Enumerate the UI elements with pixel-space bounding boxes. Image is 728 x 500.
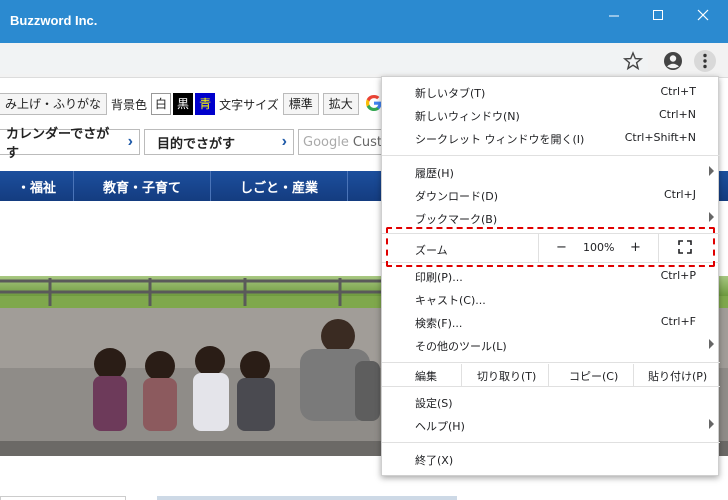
nav-welfare[interactable]: ・福祉	[0, 171, 74, 201]
paste-button[interactable]: 貼り付け(P)	[648, 368, 707, 384]
menu-item-bookmarks[interactable]: ブックマーク(B)	[382, 207, 720, 230]
submenu-arrow-icon	[709, 339, 714, 349]
zoom-out-button[interactable]: −	[556, 240, 567, 255]
zoom-in-button[interactable]: +	[630, 240, 641, 255]
menu-item-label: ブックマーク(B)	[415, 213, 498, 226]
edit-divider	[633, 364, 634, 386]
zoom-value: 100%	[583, 241, 615, 254]
window-titlebar: Buzzword Inc.	[0, 0, 728, 43]
edit-divider	[548, 364, 549, 386]
menu-item-label: キャスト(C)...	[415, 294, 486, 307]
close-icon[interactable]	[689, 6, 717, 26]
chevron-right-icon: ›	[281, 133, 287, 150]
menu-item-shortcut: Ctrl+F	[660, 315, 696, 328]
font-large-button[interactable]: 拡大	[322, 93, 359, 115]
menu-edit-row: 編集 切り取り(T) コピー(C) 貼り付け(P)	[382, 364, 720, 386]
nav-work-industry[interactable]: しごと・産業	[211, 171, 348, 201]
bg-white-button[interactable]: 白	[151, 93, 172, 115]
menu-separator	[382, 155, 720, 156]
menu-item-new-tab[interactable]: 新しいタブ(T) Ctrl+T	[382, 81, 720, 104]
edit-divider	[461, 364, 462, 386]
window-title: Buzzword Inc.	[10, 13, 98, 28]
submenu-arrow-icon	[709, 419, 714, 429]
cut-button[interactable]: 切り取り(T)	[477, 368, 536, 384]
google-placeholder: Google	[303, 134, 349, 150]
zoom-label: ズーム	[415, 244, 448, 257]
copy-button[interactable]: コピー(C)	[569, 368, 618, 384]
menu-item-label: 新しいウィンドウ(N)	[415, 110, 520, 123]
menu-item-cast[interactable]: キャスト(C)...	[382, 288, 720, 311]
menu-item-shortcut: Ctrl+J	[663, 188, 696, 201]
menu-item-incognito[interactable]: シークレット ウィンドウを開く(I) Ctrl+Shift+N	[382, 127, 720, 150]
menu-item-label: ダウンロード(D)	[415, 190, 499, 203]
menu-item-shortcut: Ctrl+Shift+N	[624, 131, 696, 144]
purpose-search-label: 目的でさがす	[157, 135, 236, 151]
menu-item-downloads[interactable]: ダウンロード(D) Ctrl+J	[382, 184, 720, 207]
calendar-search-button[interactable]: カレンダーでさがす ›	[0, 126, 140, 160]
read-aloud-button[interactable]: み上げ・ふりがな	[0, 93, 108, 115]
maximize-icon[interactable]	[644, 6, 672, 26]
star-icon[interactable]	[622, 50, 644, 72]
font-size-label: 文字サイズ	[219, 97, 279, 112]
bottom-box-left	[0, 496, 126, 500]
menu-item-label: その他のツール(L)	[415, 340, 507, 353]
chevron-right-icon: ›	[127, 133, 133, 150]
nav-education[interactable]: 教育・子育て	[74, 171, 211, 201]
menu-item-more-tools[interactable]: その他のツール(L)	[382, 334, 720, 357]
menu-item-label: 印刷(P)...	[415, 271, 463, 284]
menu-item-print[interactable]: 印刷(P)... Ctrl+P	[382, 265, 720, 288]
search-row: カレンダーでさがす › 目的でさがす › Google Custo	[0, 126, 418, 160]
menu-item-label: 終了(X)	[415, 454, 454, 467]
menu-item-label: 検索(F)...	[415, 317, 463, 330]
menu-separator	[382, 442, 720, 443]
menu-separator	[382, 362, 720, 363]
menu-separator	[382, 386, 720, 387]
menu-item-shortcut: Ctrl+N	[658, 108, 696, 121]
minimize-icon[interactable]	[600, 6, 628, 26]
menu-item-label: シークレット ウィンドウを開く(I)	[415, 133, 585, 146]
bg-color-label: 背景色	[111, 97, 148, 112]
menu-item-shortcut: Ctrl+P	[660, 269, 696, 282]
menu-zoom-row: ズーム − 100% +	[382, 234, 720, 262]
menu-item-label: 履歴(H)	[415, 167, 454, 180]
menu-item-exit[interactable]: 終了(X)	[382, 448, 720, 471]
zoom-divider	[658, 234, 659, 262]
menu-item-label: ヘルプ(H)	[415, 420, 465, 433]
bg-black-button[interactable]: 黒	[173, 93, 194, 115]
menu-item-help[interactable]: ヘルプ(H)	[382, 414, 720, 437]
menu-item-label: 新しいタブ(T)	[415, 87, 486, 100]
menu-item-label: 設定(S)	[415, 397, 453, 410]
menu-item-history[interactable]: 履歴(H)	[382, 161, 720, 184]
menu-separator	[382, 262, 720, 263]
menu-item-shortcut: Ctrl+T	[660, 85, 696, 98]
edit-label: 編集	[415, 370, 437, 383]
browser-toolbar	[0, 43, 728, 78]
zoom-divider	[538, 234, 539, 262]
more-vert-icon[interactable]	[694, 50, 716, 72]
calendar-search-label: カレンダーでさがす	[6, 126, 110, 160]
menu-item-settings[interactable]: 設定(S)	[382, 391, 720, 414]
chrome-main-menu: 新しいタブ(T) Ctrl+T 新しいウィンドウ(N) Ctrl+N シークレッ…	[381, 76, 720, 476]
submenu-arrow-icon	[709, 166, 714, 176]
font-standard-button[interactable]: 標準	[282, 93, 319, 115]
fullscreen-icon[interactable]	[678, 240, 692, 254]
bottom-box-right	[157, 496, 457, 500]
accessibility-bar: み上げ・ふりがな 背景色 白 黒 青 文字サイズ 標準 拡大	[0, 93, 383, 115]
menu-item-find[interactable]: 検索(F)... Ctrl+F	[382, 311, 720, 334]
menu-item-new-window[interactable]: 新しいウィンドウ(N) Ctrl+N	[382, 104, 720, 127]
bg-blue-button[interactable]: 青	[195, 93, 216, 115]
google-translate-icon[interactable]	[363, 94, 383, 115]
account-icon[interactable]	[662, 50, 684, 72]
purpose-search-button[interactable]: 目的でさがす ›	[144, 129, 294, 155]
submenu-arrow-icon	[709, 212, 714, 222]
address-bar[interactable]	[0, 47, 648, 74]
